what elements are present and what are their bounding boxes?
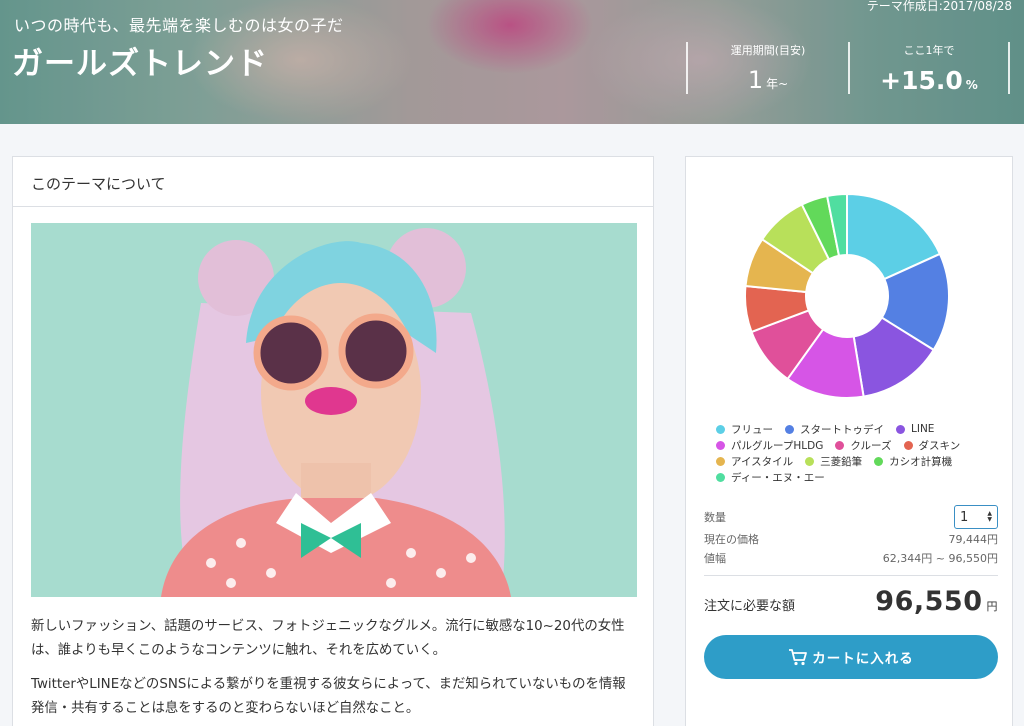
theme-photo [31,223,637,597]
about-heading: このテーマについて [13,157,653,207]
created-date: テーマ作成日:2017/08/28 [866,0,1012,13]
stat-return-unit: % [965,78,978,92]
stat-return-value: +15.0% [850,66,1008,95]
about-paragraph-1: 新しいファッション、話題のサービス、フォトジェニックなグルメ。流行に敏感な10~… [31,619,625,658]
legend-dot-icon [716,472,725,482]
stat-period-unit: 年~ [766,77,789,91]
chart-legend: フリュー スタートトゥデイ LINE パルグループHLDG クルーズ ダスキン アイスタイル… [716,421,1006,485]
legend-label: LINE [911,423,935,435]
legend-label: フリュー [731,423,773,436]
legend-dot-icon [835,440,845,450]
order-panel: フリュー スタートトゥデイ LINE パルグループHLDG クルーズ ダスキン アイスタイル… [685,156,1013,726]
legend-dot-icon [785,424,794,434]
stat-return-number: +15.0 [880,66,963,95]
stepper-arrows-icon[interactable]: ▲ ▼ [987,511,992,523]
theme-header: いつの時代も、最先端を楽しむのは女の子だ ガールズトレンド テーマ作成日:201… [0,0,1024,124]
cart-icon [789,649,808,666]
order-info: 数量 1 ▲ ▼ 現在の価格 79,444円 値幅 62,344円 ~ 96,55… [704,505,998,617]
about-card: このテーマについて 新しいファッション、話題のサービス、フォトジェニックなグルメ… [12,156,654,726]
current-price-row: 現在の価格 79,444円 [704,529,998,548]
current-price-value: 79,444円 [948,532,999,546]
info-divider [704,575,998,576]
about-description: 新しいファッション、話題のサービス、フォトジェニックなグルメ。流行に敏感な10~… [31,615,637,726]
legend-item: スタートトゥデイ [785,422,884,437]
legend-item: パルグループHLDG [716,438,823,453]
legend-dot-icon [716,440,725,450]
about-paragraph-2: TwitterやLINEなどのSNSによる繋がりを重視する彼女らによって、まだ知… [31,677,626,716]
legend-dot-icon [716,424,725,434]
legend-item: クルーズ [835,438,892,453]
legend-label: パルグループHLDG [731,439,824,452]
legend-dot-icon [805,456,815,466]
quantity-label: 数量 [704,511,726,524]
legend-item: ダスキン [903,438,961,453]
stat-period-number: 1 [747,66,764,94]
legend-row-2: パルグループHLDG クルーズ ダスキン [716,437,1006,453]
theme-subtitle: いつの時代も、最先端を楽しむのは女の子だ [14,16,344,35]
stat-return: ここ1年で +15.0% [848,42,1010,95]
current-price-label: 現在の価格 [704,532,759,546]
total-label: 注文に必要な額 [704,599,796,614]
legend-dot-icon [896,424,905,434]
legend-label: アイスタイル [731,455,794,468]
legend-item: アイスタイル [716,454,793,469]
legend-item: 三菱鉛筆 [805,454,862,469]
legend-dot-icon [716,456,725,466]
price-range-row: 値幅 62,344円 ~ 96,550円 [704,548,998,567]
stat-period-value: 1 年~ [688,66,848,94]
stat-period: 運用期間(目安) 1 年~ [686,42,848,94]
legend-label: ダスキン [918,439,961,452]
legend-label: クルーズ [850,439,892,452]
quantity-value: 1 [960,509,969,525]
add-to-cart-button[interactable]: カートに入れる [704,635,998,679]
price-range-value: 62,344円 ~ 96,550円 [882,551,998,565]
legend-label: スタートトゥデイ [800,423,884,436]
legend-item: フリュー [716,422,773,437]
legend-row-4: ディー・エヌ・エー [716,469,1006,485]
legend-item: ディー・エヌ・エー [716,470,825,485]
legend-item: LINE [896,423,934,435]
allocation-donut-chart [744,192,950,399]
total-amount: 96,550 円 [875,586,998,617]
add-to-cart-label: カートに入れる [812,651,914,667]
quantity-stepper[interactable]: 1 ▲ ▼ [954,505,998,529]
theme-photo-illustration [31,223,637,597]
total-unit: 円 [986,600,998,613]
legend-dot-icon [874,456,884,466]
total-number: 96,550 [875,586,983,617]
legend-label: ディー・エヌ・エー [731,471,825,484]
quantity-row: 数量 1 ▲ ▼ [704,505,998,529]
price-range-label: 値幅 [704,551,726,565]
total-row: 注文に必要な額 96,550 円 [704,586,998,617]
legend-row-3: アイスタイル 三菱鉛筆 カシオ計算機 [716,453,1006,469]
legend-row-1: フリュー スタートトゥデイ LINE [716,421,1006,437]
legend-dot-icon [903,440,913,450]
stat-period-label: 運用期間(目安) [730,44,806,57]
legend-item: カシオ計算機 [874,454,952,469]
stat-return-label: ここ1年で [903,44,955,57]
theme-title: ガールズトレンド [12,46,268,82]
legend-label: 三菱鉛筆 [820,455,863,468]
legend-label: カシオ計算機 [889,455,953,468]
